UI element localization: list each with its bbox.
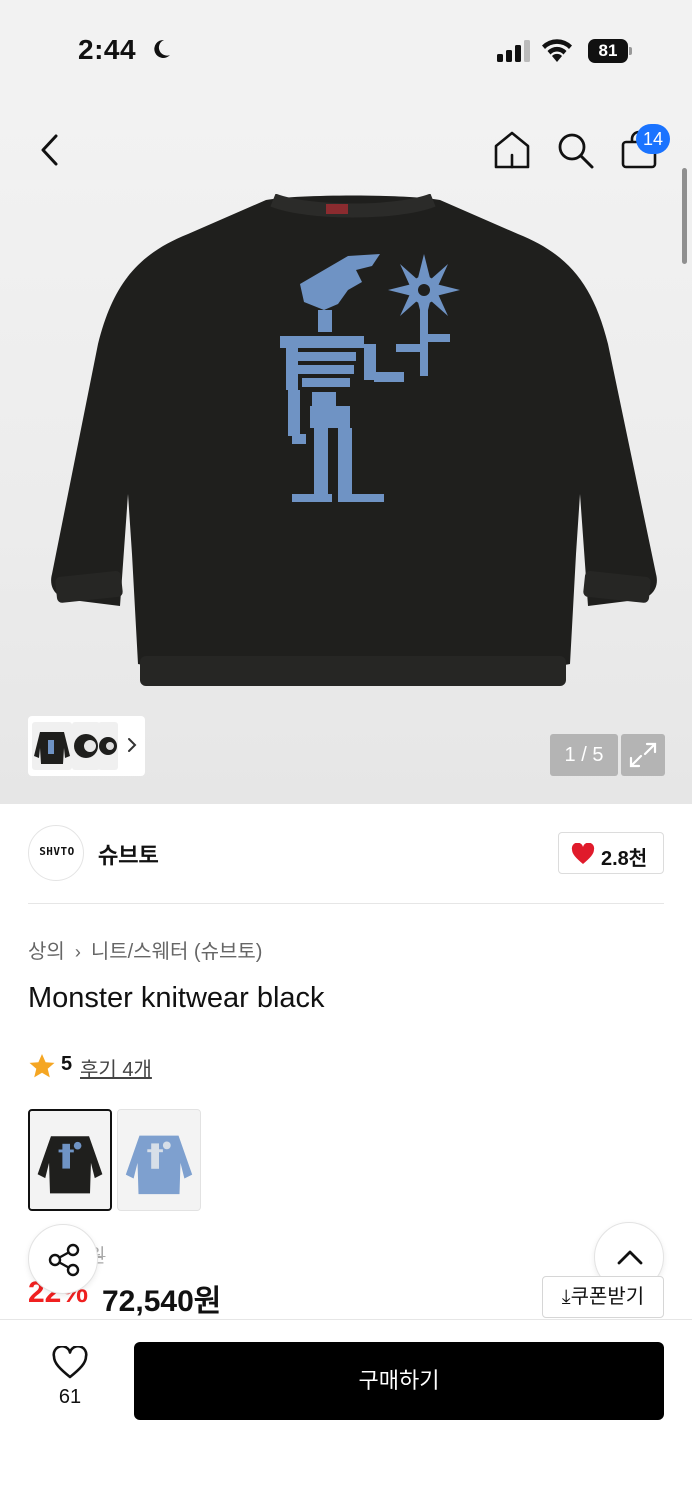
status-time: 2:44 — [78, 34, 137, 65]
chevron-up-icon — [617, 1250, 643, 1265]
breadcrumb-subcategory[interactable]: 니트/스웨터 (슈브토) — [91, 941, 263, 963]
star-icon — [29, 1054, 55, 1078]
wishlist-count: 61 — [58, 1386, 82, 1408]
brand-like-count: 2.8천 — [601, 848, 648, 870]
color-swatch-blue[interactable] — [117, 1109, 201, 1211]
product-image-sweater[interactable] — [48, 194, 658, 704]
rating-score: 5 — [61, 1053, 73, 1075]
search-icon[interactable] — [553, 128, 597, 172]
product-gallery[interactable]: 14 1 / 5 — [0, 100, 692, 804]
expand-icon[interactable] — [621, 734, 665, 776]
status-bar: 2:44 81 — [0, 0, 692, 100]
cart-count-badge: 14 — [636, 124, 670, 154]
breadcrumb-category[interactable]: 상의 — [28, 941, 65, 963]
battery-level: 81 — [588, 39, 628, 63]
moon-icon — [154, 39, 170, 58]
wifi-icon — [542, 39, 572, 62]
divider — [28, 903, 664, 904]
product-title: Monster knitwear black — [28, 982, 325, 1014]
scrollbar[interactable] — [682, 168, 687, 264]
chevron-right-icon[interactable] — [125, 736, 139, 754]
thumbnail-image[interactable] — [98, 722, 118, 770]
color-swatch-black[interactable] — [28, 1109, 112, 1211]
thumbnail-strip[interactable] — [28, 716, 145, 776]
battery-tip — [629, 47, 632, 55]
brand-logo-text: SHVTO — [39, 845, 75, 858]
review-link[interactable]: 후기 4개 — [80, 1053, 152, 1082]
coupon-button[interactable]: ⤓쿠폰받기 — [542, 1276, 664, 1318]
buy-button[interactable]: 구매하기 — [134, 1342, 664, 1420]
heart-outline-icon — [52, 1346, 88, 1379]
brand-logo[interactable]: SHVTO — [28, 825, 84, 881]
back-arrow-icon[interactable] — [30, 128, 70, 172]
share-icon — [48, 1243, 80, 1277]
image-counter: 1 / 5 — [550, 734, 618, 776]
thumbnail-image[interactable] — [72, 722, 100, 770]
brand-name[interactable]: 슈브토 — [98, 838, 159, 870]
brand-like-button[interactable]: 2.8천 — [558, 832, 664, 874]
breadcrumb-separator-icon: › — [74, 942, 81, 962]
share-button[interactable] — [28, 1224, 98, 1294]
battery-indicator: 81 — [588, 39, 632, 63]
breadcrumb: 상의 › 니트/스웨터 (슈브토) — [28, 935, 262, 964]
cellular-signal-icon — [497, 40, 530, 62]
wishlist-button[interactable]: 61 — [40, 1346, 100, 1408]
bottom-action-bar: 61 구매하기 — [0, 1319, 692, 1500]
thumbnail-image[interactable] — [32, 722, 72, 770]
sale-price: 72,540원 — [102, 1285, 222, 1318]
heart-filled-icon — [571, 843, 595, 864]
home-icon[interactable] — [490, 128, 534, 172]
